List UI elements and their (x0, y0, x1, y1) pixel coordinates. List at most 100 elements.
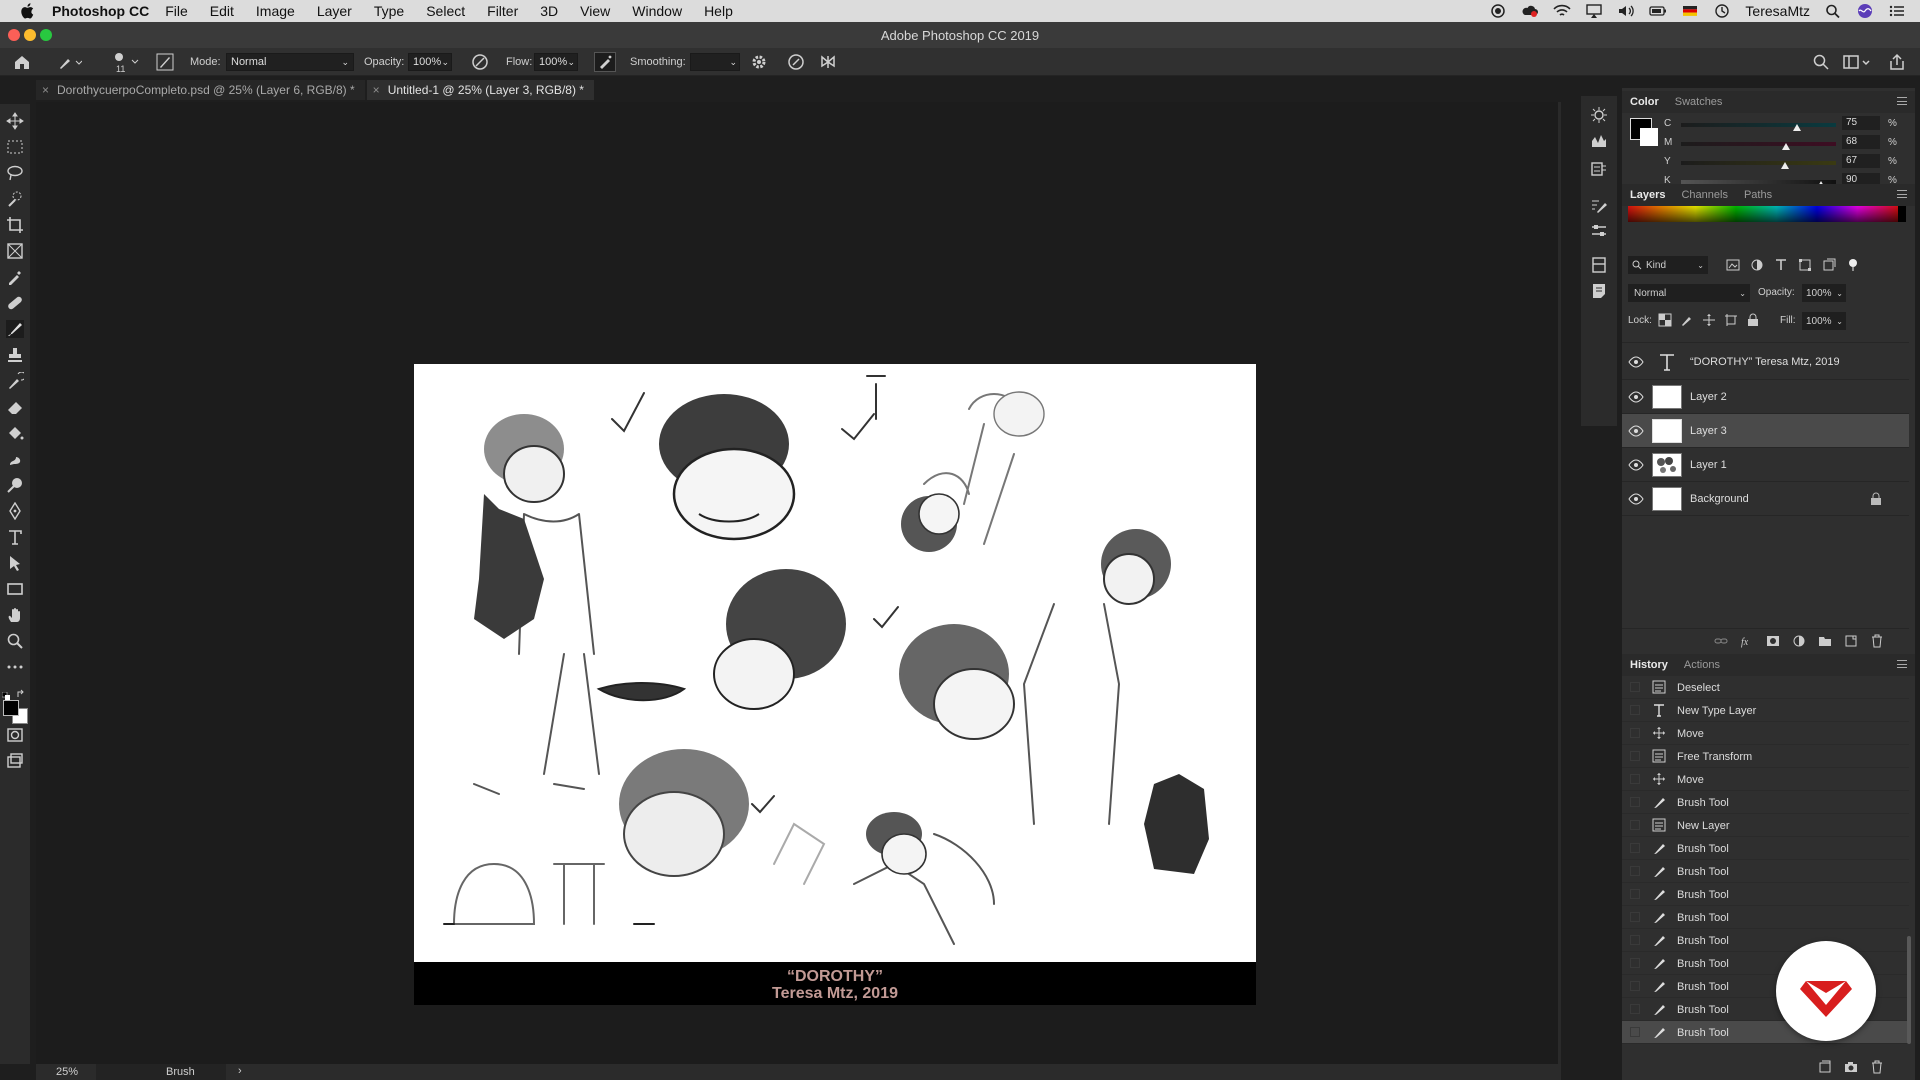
new-group-folder-icon[interactable] (1818, 634, 1832, 648)
path-selection-tool[interactable] (6, 554, 24, 572)
menu-type[interactable]: Type (374, 3, 404, 19)
blend-mode-select[interactable]: Normal ⌄ (226, 53, 354, 71)
battery-icon[interactable] (1649, 3, 1667, 19)
clone-stamp-tool[interactable] (6, 346, 24, 364)
history-source-checkbox[interactable] (1630, 866, 1640, 876)
fx-layer-style-icon[interactable]: fx (1740, 634, 1754, 648)
yellow-slider-thumb[interactable] (1780, 162, 1789, 169)
color-panel-background-swatch[interactable] (1640, 128, 1658, 146)
magenta-value-input[interactable]: 68 (1842, 135, 1880, 149)
history-step[interactable]: Deselect (1622, 676, 1909, 699)
opacity-input[interactable]: 100% ⌄ (408, 53, 452, 71)
pixel-filter-icon[interactable] (1726, 258, 1740, 272)
menu-filter[interactable]: Filter (487, 3, 518, 19)
history-source-checkbox[interactable] (1630, 1027, 1640, 1037)
layer-row[interactable]: Background (1622, 482, 1909, 516)
tab-swatches[interactable]: Swatches (1667, 96, 1731, 108)
yellow-slider-track[interactable] (1681, 161, 1836, 165)
link-layers-icon[interactable] (1714, 634, 1728, 648)
menu-layer[interactable]: Layer (317, 3, 352, 19)
history-source-checkbox[interactable] (1630, 981, 1640, 991)
eyedropper-tool[interactable] (6, 268, 24, 286)
libraries-panel-button[interactable] (1590, 256, 1608, 274)
add-mask-icon[interactable] (1766, 634, 1780, 648)
tool-preset-picker[interactable] (56, 48, 82, 76)
history-step[interactable]: Brush Tool (1622, 883, 1909, 906)
tab-document-2[interactable]: × Untitled-1 @ 25% (Layer 3, RGB/8) * (366, 80, 594, 100)
layer-row[interactable]: Layer 2 (1622, 380, 1909, 414)
smoothing-settings-button[interactable] (750, 48, 768, 76)
notes-panel-button[interactable] (1590, 282, 1608, 300)
history-source-checkbox[interactable] (1630, 774, 1640, 784)
screen-mode-button[interactable] (6, 752, 24, 770)
history-source-checkbox[interactable] (1630, 958, 1640, 968)
layer-filter-select[interactable]: Kind ⌄ (1628, 256, 1708, 274)
close-tab-icon[interactable]: × (373, 83, 380, 97)
type-filter-icon[interactable] (1774, 258, 1788, 272)
history-source-checkbox[interactable] (1630, 912, 1640, 922)
brush-settings-panel-button[interactable] (1590, 196, 1608, 214)
quick-mask-button[interactable] (6, 726, 24, 744)
history-step[interactable]: Move (1622, 768, 1909, 791)
airbrush-toggle[interactable] (594, 48, 616, 76)
zoom-level[interactable]: 25% (56, 1066, 78, 1078)
volume-icon[interactable] (1617, 3, 1635, 19)
smoothing-input[interactable]: ⌄ (690, 53, 740, 71)
document-canvas[interactable] (414, 364, 1256, 962)
lock-transparent-pixels-icon[interactable] (1658, 313, 1672, 327)
history-source-checkbox[interactable] (1630, 682, 1640, 692)
history-step[interactable]: New Layer (1622, 814, 1909, 837)
brush-size-picker[interactable]: 11 (110, 48, 140, 76)
menu-window[interactable]: Window (632, 3, 682, 19)
brush-tool[interactable] (6, 320, 24, 338)
trash-icon[interactable] (1870, 634, 1884, 648)
magenta-slider-thumb[interactable] (1782, 143, 1791, 150)
tab-actions[interactable]: Actions (1676, 659, 1728, 671)
smart-object-filter-icon[interactable] (1822, 258, 1836, 272)
notification-center-icon[interactable] (1888, 3, 1906, 19)
new-layer-icon[interactable] (1844, 634, 1858, 648)
pressure-opacity-toggle[interactable] (470, 48, 490, 76)
eye-visibility-icon[interactable] (1628, 424, 1644, 438)
lock-image-pixels-icon[interactable] (1680, 313, 1694, 327)
histogram-panel-button[interactable] (1590, 132, 1608, 150)
foreground-color-swatch[interactable] (3, 700, 19, 716)
filter-toggle-icon[interactable] (1846, 258, 1860, 272)
canvas-scrollbar[interactable] (1558, 102, 1561, 1064)
history-source-checkbox[interactable] (1630, 797, 1640, 807)
layer-fill-input[interactable]: 100% ⌄ (1802, 312, 1846, 330)
panel-menu-icon[interactable] (1897, 660, 1907, 668)
layer-opacity-input[interactable]: 100% ⌄ (1802, 284, 1846, 302)
adjustments-panel-button[interactable] (1590, 222, 1608, 240)
record-icon[interactable] (1489, 3, 1507, 19)
history-step[interactable]: Brush Tool (1622, 791, 1909, 814)
layer-row[interactable]: Layer 3 (1622, 414, 1909, 448)
cyan-slider-track[interactable] (1681, 123, 1836, 127)
history-source-checkbox[interactable] (1630, 843, 1640, 853)
zoom-tool[interactable] (6, 632, 24, 650)
panel-menu-icon[interactable] (1897, 97, 1907, 105)
snapshot-camera-icon[interactable] (1844, 1060, 1858, 1074)
default-colors-icon[interactable] (1, 687, 10, 700)
cyan-slider-thumb[interactable] (1793, 124, 1802, 131)
spotlight-search-icon[interactable] (1824, 3, 1842, 19)
magenta-slider-track[interactable] (1681, 142, 1836, 146)
search-button[interactable] (1812, 48, 1830, 76)
learn-panel-button[interactable] (1590, 106, 1608, 124)
spectrum-black-swatch[interactable] (1898, 206, 1906, 222)
blur-tool[interactable] (6, 450, 24, 468)
layer-row[interactable]: “DOROTHY” Teresa Mtz, 2019 (1622, 344, 1909, 380)
adjustment-filter-icon[interactable] (1750, 258, 1764, 272)
close-tab-icon[interactable]: × (42, 83, 49, 97)
history-scrollbar-thumb[interactable] (1907, 936, 1911, 1044)
paint-bucket-tool[interactable] (6, 424, 24, 442)
tab-color[interactable]: Color (1622, 96, 1667, 108)
lasso-tool[interactable] (6, 164, 24, 182)
home-button[interactable] (12, 48, 32, 76)
menubar-username[interactable]: TeresaMtz (1745, 3, 1810, 19)
history-step[interactable]: New Type Layer (1622, 699, 1909, 722)
layer-row[interactable]: Layer 1 (1622, 448, 1909, 482)
status-info-box[interactable]: Brush (96, 1064, 226, 1080)
history-source-checkbox[interactable] (1630, 889, 1640, 899)
yellow-value-input[interactable]: 67 (1842, 154, 1880, 168)
